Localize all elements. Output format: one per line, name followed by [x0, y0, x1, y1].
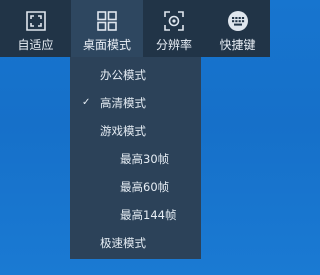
- shortcut-keys-button[interactable]: 快捷键: [205, 0, 270, 57]
- menu-item-label: 最高144帧: [120, 208, 177, 222]
- desktop-mode-label: 桌面模式: [82, 38, 131, 52]
- keyboard-icon: [227, 11, 248, 31]
- menu-item-max-144fps[interactable]: 最高144帧: [70, 201, 201, 229]
- fit-screen-button[interactable]: 自适应: [0, 0, 71, 57]
- desktop-mode-dropdown-menu: 办公模式 ✓ 高清模式 游戏模式 最高30帧 最高60帧 最高144帧 极速模式: [70, 57, 201, 259]
- menu-item-hd-mode[interactable]: ✓ 高清模式: [70, 89, 201, 117]
- menu-item-label: 游戏模式: [100, 124, 146, 138]
- checkmark-icon: ✓: [82, 97, 91, 108]
- menu-item-turbo-mode[interactable]: 极速模式: [70, 229, 201, 257]
- shortcut-keys-label: 快捷键: [219, 38, 256, 52]
- menu-item-label: 办公模式: [100, 68, 146, 82]
- menu-item-label: 高清模式: [100, 96, 146, 110]
- menu-item-max-60fps[interactable]: 最高60帧: [70, 173, 201, 201]
- toolbar: 自适应 桌面模式 分辨率 快捷键: [0, 0, 270, 57]
- menu-item-office-mode[interactable]: 办公模式: [70, 61, 201, 89]
- resolution-icon: [164, 11, 184, 31]
- resolution-label: 分辨率: [155, 38, 192, 52]
- menu-item-label: 最高30帧: [120, 152, 170, 166]
- menu-item-label: 极速模式: [100, 236, 146, 250]
- fit-screen-icon: [25, 11, 46, 31]
- resolution-button[interactable]: 分辨率: [143, 0, 205, 57]
- menu-item-max-30fps[interactable]: 最高30帧: [70, 145, 201, 173]
- menu-item-game-mode[interactable]: 游戏模式: [70, 117, 201, 145]
- desktop-mode-button[interactable]: 桌面模式: [71, 0, 143, 57]
- grid-icon: [97, 11, 117, 31]
- menu-item-label: 最高60帧: [120, 180, 170, 194]
- fit-screen-label: 自适应: [17, 38, 54, 52]
